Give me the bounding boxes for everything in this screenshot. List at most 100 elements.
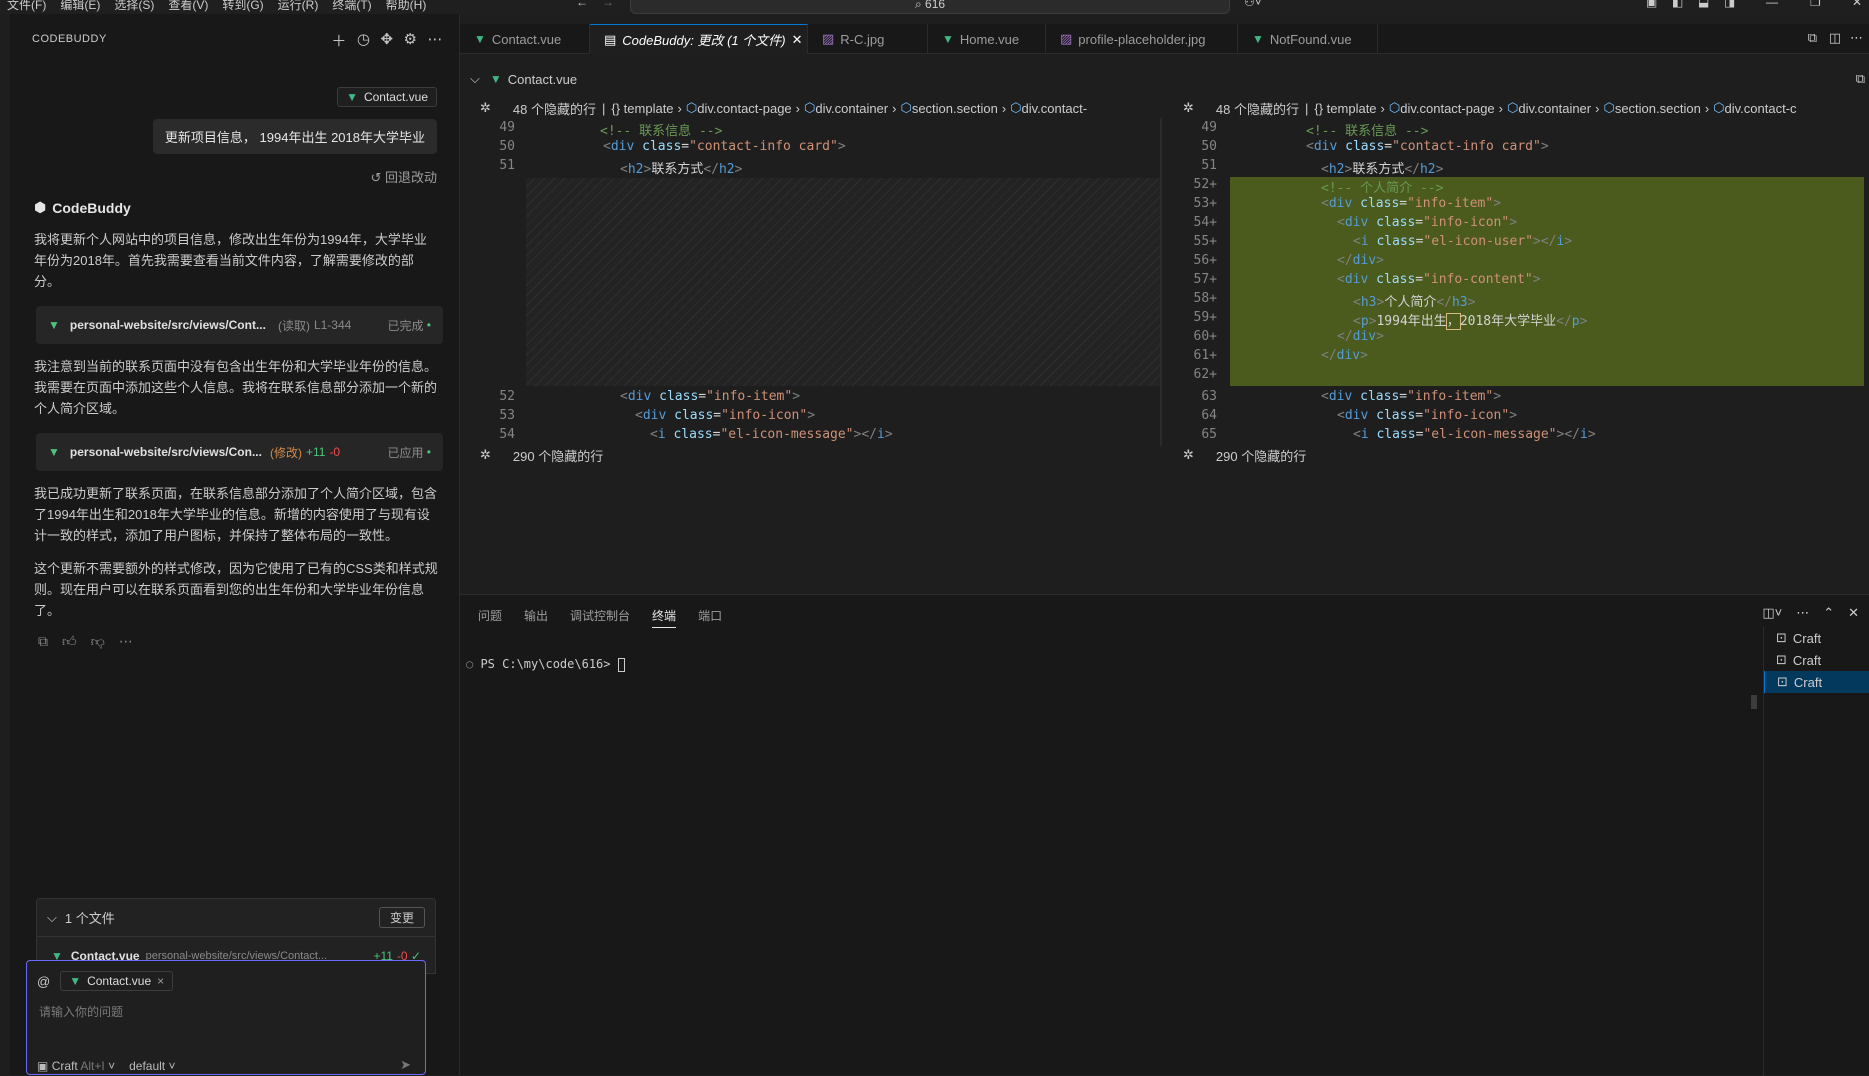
hidden-lines-bottom-right[interactable]: ✲ 290 个隐藏的行	[1183, 445, 1306, 465]
editor-more-icon[interactable]: ⋯	[1850, 30, 1863, 46]
minimize-icon[interactable]: —	[1766, 0, 1778, 9]
tab-rc-jpg[interactable]: ▨ R-C.jpg	[808, 24, 928, 54]
menu-go[interactable]: 转到(G)	[222, 0, 263, 13]
toggle-secondary-sidebar-icon[interactable]: ◨	[1724, 0, 1735, 9]
terminal-item-label: Craft	[1793, 674, 1823, 690]
tab-debug-console[interactable]: 调试控制台	[570, 607, 630, 628]
breadcrumb-item[interactable]: div.container	[1518, 101, 1591, 116]
terminal-scrollbar[interactable]	[1751, 695, 1757, 709]
close-panel-icon[interactable]: ✕	[1848, 605, 1859, 621]
thumbs-up-icon[interactable]: 👍︎	[62, 633, 77, 650]
layout-icon[interactable]: ▣	[1646, 0, 1657, 9]
tab-home-vue[interactable]: ▼ Home.vue	[928, 24, 1046, 54]
code-line-52: <div class="info-item">	[620, 389, 801, 404]
breadcrumb-right: ✲ 48 个隐藏的行 | {} template › ⬡ div.contact-p…	[1183, 99, 1797, 118]
unfold-icon[interactable]: ✲	[1183, 100, 1194, 116]
model-selector[interactable]: default ˅	[129, 1059, 175, 1073]
terminal-item[interactable]: ⊡ Craft	[1764, 649, 1869, 671]
breadcrumb-item[interactable]: {} template	[611, 101, 673, 116]
breadcrumb-item[interactable]: div.contact-c	[1725, 101, 1797, 116]
maximize-panel-icon[interactable]: ⌃	[1823, 605, 1834, 621]
remove-chip-icon[interactable]: ×	[157, 974, 164, 988]
menu-view[interactable]: 查看(V)	[168, 0, 208, 13]
open-changes-icon[interactable]: ⧉	[1808, 30, 1817, 46]
terminal-item[interactable]: ⊡ Craft	[1764, 627, 1869, 649]
breadcrumb-item[interactable]: div.contact-page	[697, 101, 791, 116]
terminal-output[interactable]: ○ PS C:\my\code\616>	[466, 657, 625, 672]
tab-output[interactable]: 输出	[524, 607, 548, 628]
toggle-sidebar-icon[interactable]: ◧	[1672, 0, 1683, 9]
changes-button[interactable]: 变更	[378, 907, 425, 928]
line-number: 63	[1201, 389, 1217, 404]
copilot-icon[interactable]: ⚇˅	[1244, 0, 1262, 9]
tool-card-edit-action: (修改)	[269, 445, 302, 460]
close-tab-icon[interactable]: ✕	[792, 32, 803, 48]
menu-selection[interactable]: 选择(S)	[114, 0, 154, 13]
changed-files-count: 1 个文件	[64, 911, 115, 926]
move-icon[interactable]: ✥	[380, 30, 393, 51]
breadcrumb-item[interactable]: section.section	[912, 101, 998, 116]
split-editor-icon[interactable]: ◫	[1829, 30, 1841, 46]
breadcrumb-item[interactable]: section.section	[1615, 101, 1701, 116]
more-actions-icon[interactable]: ⋯	[119, 633, 133, 650]
tab-contact-vue[interactable]: ▼ Contact.vue	[460, 24, 590, 54]
chat-input-placeholder[interactable]: 请输入你的问题	[39, 1003, 123, 1020]
menu-run[interactable]: 运行(R)	[278, 0, 319, 13]
tab-codebuddy-diff[interactable]: ▤ CodeBuddy: 更改 (1 个文件) ✕	[590, 24, 808, 54]
changed-files-header[interactable]: ⌵ 1 个文件 变更	[37, 899, 435, 937]
menu-terminal[interactable]: 终端(T)	[332, 0, 371, 13]
copy-icon[interactable]: ⧉	[38, 633, 48, 650]
hidden-lines-top-right[interactable]: 48 个隐藏的行	[1216, 99, 1299, 118]
context-file-chip[interactable]: ▼ Contact.vue	[337, 87, 437, 107]
send-icon[interactable]: ➤	[400, 1057, 411, 1073]
diff-modified-pane[interactable]: 49 50 51 52+ 53+ 54+ 55+ 56+ 57+ 58+ 59+…	[1162, 118, 1869, 446]
restore-icon[interactable]: ❐	[1810, 0, 1821, 9]
diff-file-header[interactable]: ⌵ ▼ Contact.vue ⧉	[460, 66, 1869, 92]
at-mention-icon[interactable]: @	[37, 974, 50, 989]
new-chat-icon[interactable]: ＋	[331, 30, 347, 51]
panel-more-icon[interactable]: ⋯	[1796, 605, 1809, 621]
settings-gear-icon[interactable]: ⚙	[404, 30, 418, 51]
thumbs-down-icon[interactable]: 👎︎	[91, 633, 105, 650]
history-icon[interactable]: ◷	[357, 30, 371, 51]
diff-file-title: Contact.vue	[507, 71, 578, 87]
input-file-chip[interactable]: ▼ Contact.vue ×	[60, 971, 174, 991]
panel-tabs: 问题 输出 调试控制台 终端 端口	[478, 607, 722, 628]
tab-notfound-vue[interactable]: ▼ NotFound.vue	[1238, 24, 1378, 54]
tab-problems[interactable]: 问题	[478, 607, 502, 628]
editor-tab-bar: ▼ Contact.vue ▤ CodeBuddy: 更改 (1 个文件) ✕ ▨ R-…	[460, 24, 1869, 54]
tab-terminal[interactable]: 终端	[652, 607, 677, 628]
close-window-icon[interactable]: ✕	[1852, 0, 1862, 9]
line-number: 65	[1201, 427, 1217, 442]
menu-edit[interactable]: 编辑(E)	[60, 0, 100, 13]
tool-card-edit-status: 已应用	[387, 445, 424, 460]
tab-ports[interactable]: 端口	[698, 607, 722, 628]
copy-file-icon[interactable]: ⧉	[1856, 71, 1865, 87]
command-center-search[interactable]: ⌕ 616	[630, 0, 1230, 14]
split-terminal-icon[interactable]: ◫˅	[1762, 605, 1782, 621]
more-icon[interactable]: ⋯	[428, 30, 444, 51]
breadcrumb-item[interactable]: div.contact-	[1022, 101, 1088, 116]
hidden-lines-bottom-left[interactable]: ✲ 290 个隐藏的行	[480, 445, 603, 465]
line-number: 64	[1201, 408, 1217, 423]
breadcrumb-item[interactable]: {} template	[1314, 101, 1376, 116]
diff-original-pane[interactable]: 49 50 51 <!-- 联系信息 --> <div class="conta…	[460, 118, 1160, 446]
chat-input-box[interactable]: @ ▼ Contact.vue × 请输入你的问题 ▣ Craft Alt+I ˅ …	[26, 960, 426, 1075]
toggle-panel-icon[interactable]: ⬓	[1698, 0, 1709, 9]
forward-arrow-icon[interactable]: →	[602, 0, 614, 9]
terminal-item[interactable]: ⊡ Craft	[1764, 671, 1869, 693]
unfold-icon[interactable]: ✲	[480, 100, 491, 116]
hidden-lines-top-left[interactable]: 48 个隐藏的行	[513, 99, 596, 118]
line-number: 56+	[1193, 253, 1217, 268]
breadcrumb-item[interactable]: div.container	[815, 101, 888, 116]
breadcrumb-item[interactable]: div.contact-page	[1400, 101, 1494, 116]
tab-profile-placeholder[interactable]: ▨ profile-placeholder.jpg	[1046, 24, 1238, 54]
tool-card-edit[interactable]: ▼ personal-website/src/views/Con... (修改)…	[36, 433, 443, 471]
menu-help[interactable]: 帮助(H)	[386, 0, 427, 13]
menu-file[interactable]: 文件(F)	[7, 0, 46, 13]
tool-card-read[interactable]: ▼ personal-website/src/views/Cont... (读取…	[36, 306, 443, 344]
terminal-item-label: Craft	[1792, 630, 1822, 646]
mode-selector[interactable]: ▣ Craft Alt+I ˅	[37, 1059, 115, 1073]
revert-button[interactable]: ↺ 回退改动	[370, 167, 437, 186]
back-arrow-icon[interactable]: ←	[576, 0, 588, 9]
